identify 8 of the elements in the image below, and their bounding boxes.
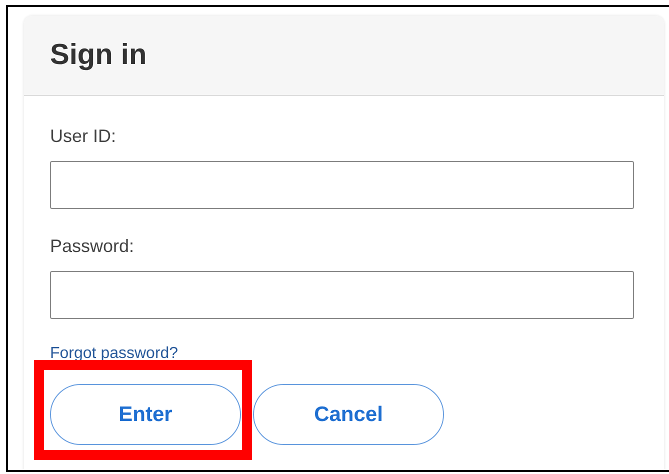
card-title: Sign in bbox=[50, 38, 147, 73]
input-field[interactable] bbox=[50, 161, 634, 209]
field-label: User ID: bbox=[50, 125, 118, 148]
enter-button[interactable]: Enter bbox=[50, 384, 241, 445]
input-field[interactable] bbox=[50, 271, 634, 319]
forgot-password-link[interactable]: Forgot password? bbox=[50, 343, 178, 365]
field-label: Password: bbox=[50, 235, 136, 258]
cancel-button[interactable]: Cancel bbox=[253, 384, 444, 445]
